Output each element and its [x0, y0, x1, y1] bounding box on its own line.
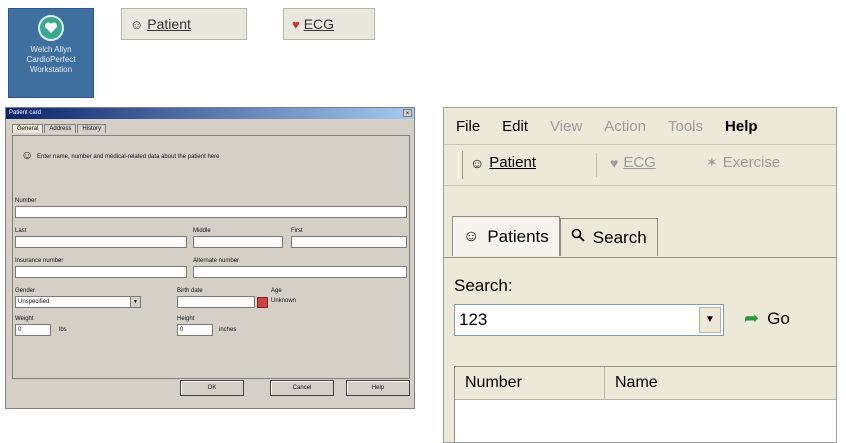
height-value: 0	[180, 327, 184, 333]
patient-tile-button[interactable]: ☺ Patient	[121, 8, 247, 40]
tab-general[interactable]: General	[12, 124, 44, 133]
desktop-shortcut-label: Welch Allyn CardioPerfect Workstation	[26, 45, 76, 74]
tab-patients[interactable]: ☺ Patients	[452, 216, 560, 256]
age-value: Unknown	[271, 298, 297, 304]
number-field[interactable]	[15, 206, 407, 218]
column-name[interactable]: Name	[605, 367, 836, 399]
dialog-tabs: General Address History	[12, 124, 107, 133]
alternate-number-label: Alternate number	[193, 258, 240, 264]
weight-label: Weight	[15, 316, 34, 322]
patient-icon: ☺	[470, 154, 485, 171]
menu-file[interactable]: File	[456, 118, 480, 135]
menu-edit[interactable]: Edit	[502, 118, 528, 135]
app-window: File Edit View Action Tools Help ☺ Patie…	[443, 107, 837, 443]
toolbar-patient-label: Patient	[489, 154, 536, 171]
toolbar-separator	[596, 153, 597, 177]
patient-tile-label: Patient	[147, 16, 191, 32]
middle-name-label: Middle	[193, 228, 211, 234]
insurance-number-label: Insurance number	[15, 258, 64, 264]
alternate-number-field[interactable]	[193, 266, 407, 278]
age-label: Age	[271, 288, 282, 294]
first-name-label: First	[291, 228, 303, 234]
toolbar: ☺ Patient ♥ ECG ✶ Exercise	[444, 144, 836, 186]
weight-field[interactable]: 0	[15, 324, 51, 336]
toolbar-exercise-button[interactable]: ✶ Exercise	[706, 154, 780, 171]
menu-help[interactable]: Help	[725, 118, 758, 135]
toolbar-ecg-button[interactable]: ♥ ECG	[610, 154, 656, 171]
column-number[interactable]: Number	[455, 367, 605, 399]
weight-value: 0	[18, 327, 22, 333]
insurance-number-field[interactable]	[15, 266, 187, 278]
ecg-tile-button[interactable]: ♥ ECG	[283, 8, 375, 40]
menu-tools[interactable]: Tools	[668, 118, 703, 135]
search-value: 123	[459, 310, 488, 329]
patient-icon: ☺	[130, 16, 144, 32]
go-button[interactable]: ➦ Go	[744, 308, 790, 329]
menu-bar: File Edit View Action Tools Help	[444, 108, 836, 144]
patient-icon: ☺	[463, 227, 480, 245]
gender-select[interactable]: Unspecified ▼	[15, 296, 141, 308]
tab-address[interactable]: Address	[44, 124, 77, 133]
results-table: Number Name	[454, 366, 836, 442]
chevron-down-icon[interactable]: ▼	[130, 297, 140, 307]
chevron-down-icon[interactable]: ▼	[699, 307, 721, 333]
last-name-field[interactable]	[15, 236, 187, 248]
ecg-icon: ♥	[610, 154, 619, 171]
tab-search[interactable]: Search	[559, 218, 658, 256]
height-field[interactable]: 0	[177, 324, 213, 336]
search-input[interactable]: 123 ▼	[454, 304, 724, 336]
dialog-title: Patient card	[9, 110, 42, 116]
ok-button[interactable]: OK	[180, 380, 244, 396]
exercise-icon: ✶	[706, 154, 718, 170]
general-panel: ☺ Enter name, number and medical-related…	[12, 135, 410, 379]
height-unit: inches	[219, 327, 237, 333]
desktop-shortcut-cardioperfect[interactable]: Welch Allyn CardioPerfect Workstation	[8, 8, 94, 98]
toolbar-grip[interactable]	[458, 151, 463, 179]
gender-value: Unspecified	[18, 299, 50, 305]
tab-search-label: Search	[592, 227, 647, 247]
calendar-icon[interactable]	[257, 297, 268, 308]
patient-icon: ☺	[21, 148, 34, 162]
cancel-button[interactable]: Cancel	[270, 380, 334, 396]
tab-patients-label: Patients	[487, 226, 549, 246]
gender-label: Gender	[15, 288, 36, 294]
toolbar-patient-button[interactable]: ☺ Patient	[470, 154, 536, 171]
birth-date-label: Birth date	[177, 288, 203, 294]
app-tabs: ☺ Patients Search	[452, 216, 658, 256]
help-button[interactable]: Help	[346, 380, 410, 396]
go-label: Go	[767, 308, 790, 328]
search-label: Search:	[454, 276, 513, 295]
dialog-titlebar: Patient card ×	[6, 108, 414, 119]
first-name-field[interactable]	[291, 236, 407, 248]
go-arrow-icon: ➦	[744, 308, 760, 328]
table-header: Number Name	[455, 367, 836, 400]
close-icon[interactable]: ×	[403, 109, 412, 117]
menu-view[interactable]: View	[550, 118, 582, 135]
heart-icon	[38, 15, 64, 41]
middle-name-field[interactable]	[193, 236, 283, 248]
weight-unit: lbs	[59, 327, 67, 333]
ecg-tile-label: ECG	[303, 16, 335, 32]
last-name-label: Last	[15, 228, 27, 234]
search-icon	[571, 228, 585, 247]
birth-date-field[interactable]	[177, 296, 255, 308]
toolbar-ecg-label: ECG	[623, 154, 656, 171]
ecg-icon: ♥	[292, 16, 300, 32]
panel-description: Enter name, number and medical-related d…	[37, 154, 220, 160]
tab-divider	[444, 257, 836, 258]
toolbar-exercise-label: Exercise	[722, 154, 781, 171]
patient-card-dialog: Patient card × General Address History ☺…	[5, 107, 415, 409]
number-label: Number	[15, 198, 37, 204]
menu-action[interactable]: Action	[604, 118, 646, 135]
height-label: Height	[177, 316, 195, 322]
tab-history[interactable]: History	[77, 124, 107, 133]
